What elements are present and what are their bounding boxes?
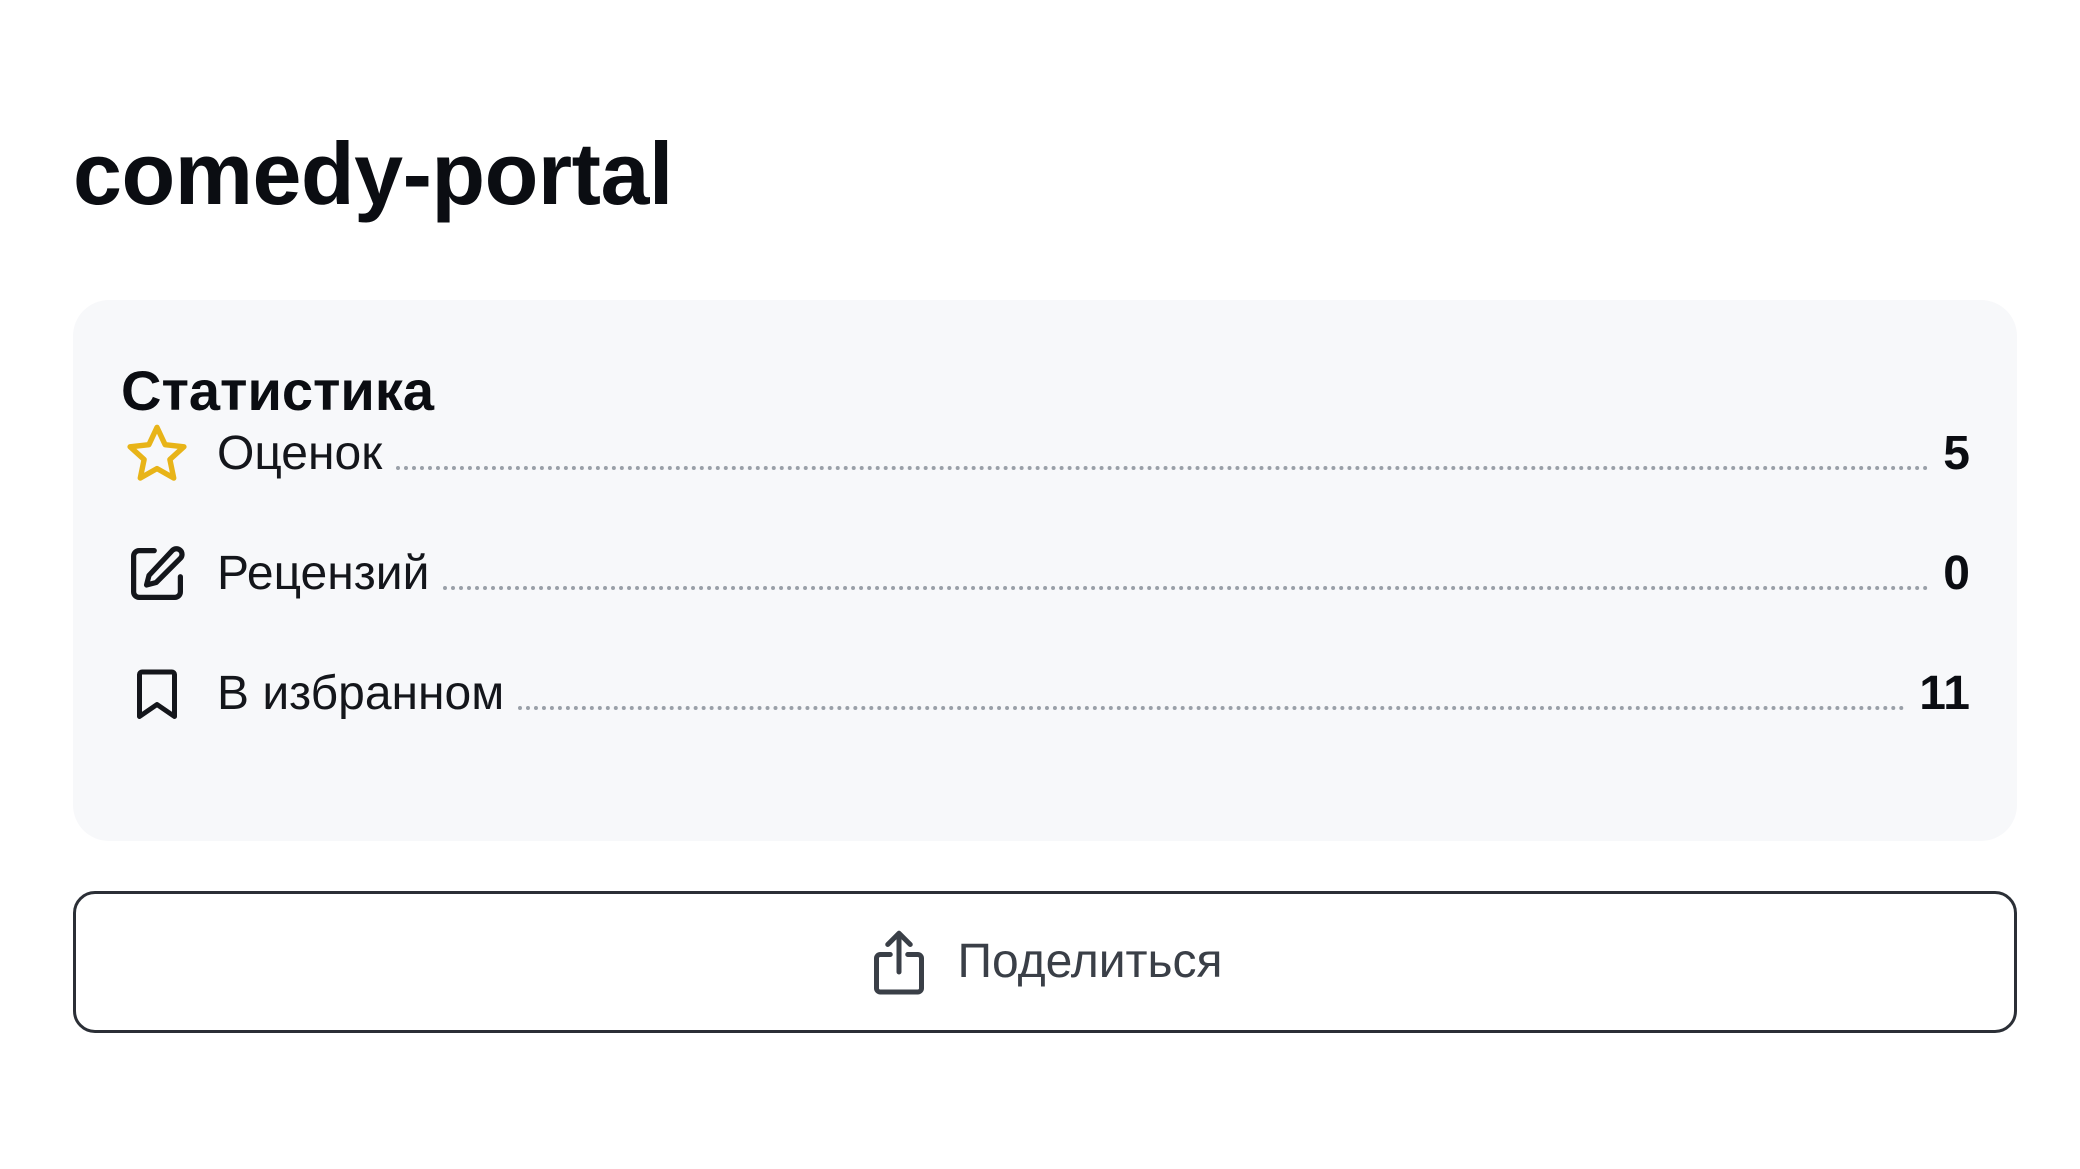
stat-value-ratings: 5 [1943,427,1970,480]
edit-icon [121,538,193,610]
star-icon [121,418,193,490]
stat-label-reviews: Рецензий [217,547,430,600]
share-button-label: Поделиться [957,935,1223,988]
dotted-leader [518,706,1906,710]
stat-row-reviews: Рецензий 0 [121,538,1970,610]
bookmark-icon [121,658,193,730]
statistics-card: Статистика Оценок 5 Рецензий 0 В избранн… [73,300,2017,841]
dotted-leader [443,586,1930,590]
stat-row-favorites: В избранном 11 [121,658,1970,730]
share-button[interactable]: Поделиться [73,891,2017,1033]
stat-row-ratings: Оценок 5 [121,418,1970,490]
statistics-title: Статистика [121,359,435,422]
stat-value-reviews: 0 [1943,547,1970,600]
stat-label-ratings: Оценок [217,427,383,480]
stat-label-favorites: В избранном [217,667,505,720]
page-title: comedy-portal [73,124,673,223]
stat-value-favorites: 11 [1919,667,1970,720]
dotted-leader [396,466,1930,470]
share-icon [867,926,931,998]
